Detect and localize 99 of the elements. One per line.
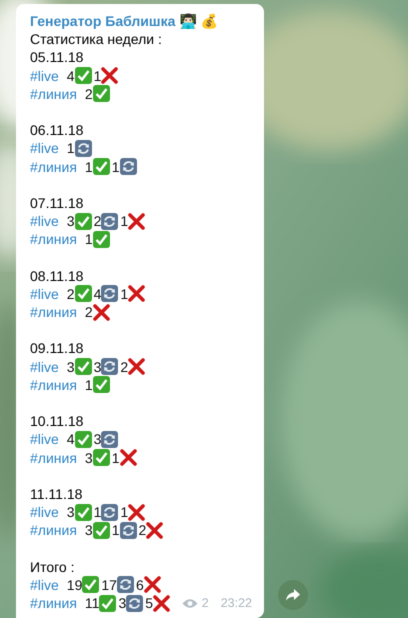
check-icon <box>74 285 92 302</box>
sender-emoji: 👨🏻‍💻 💰 <box>179 12 218 30</box>
message-text: 10.11.18 <box>30 412 84 430</box>
message-text: 09.11.18 <box>30 339 84 358</box>
message-text: Статистика недели : <box>30 30 162 48</box>
message-text: 05.11.18 <box>30 48 84 67</box>
check-icon <box>82 576 100 594</box>
count: 3 <box>84 521 93 540</box>
count: 3 <box>94 430 102 449</box>
refresh-icon <box>101 430 118 448</box>
count: 1 <box>94 66 102 85</box>
count: 3 <box>66 212 75 230</box>
count: 2 <box>66 284 75 304</box>
hashtag-link[interactable]: #линия <box>30 230 77 248</box>
count: 1 <box>84 376 93 394</box>
check-icon <box>74 430 92 448</box>
hashtag-link[interactable]: #линия <box>30 303 77 322</box>
cross-icon <box>128 504 146 521</box>
message-text: 11.11.18 <box>30 484 82 504</box>
count: 1 <box>120 212 128 230</box>
message-time: 23:22 <box>220 595 252 612</box>
count: 2 <box>138 521 146 540</box>
check-icon <box>74 67 92 84</box>
count: 2 <box>120 358 128 376</box>
hashtag-link[interactable]: #линия <box>30 84 77 103</box>
cross-icon <box>128 212 146 230</box>
check-icon <box>92 376 110 394</box>
count: 1 <box>84 230 93 248</box>
count: 5 <box>145 594 154 612</box>
hashtag-link[interactable]: #live <box>30 358 59 376</box>
count: 4 <box>66 430 75 449</box>
hashtag-link[interactable]: #линия <box>30 448 77 467</box>
message-text: 07.11.18 <box>30 194 84 212</box>
count: 4 <box>66 66 75 85</box>
hashtag-link[interactable]: #live <box>30 212 59 230</box>
message-text: Итого : <box>30 558 74 576</box>
count: 1 <box>120 503 128 522</box>
share-icon <box>286 589 300 602</box>
check-icon <box>92 449 110 466</box>
view-count: 2 <box>202 595 209 612</box>
hashtag-link[interactable]: #live <box>30 503 59 522</box>
hashtag-link[interactable]: #live <box>30 66 59 85</box>
refresh-icon <box>101 358 118 376</box>
count: 1 <box>84 158 93 176</box>
cross-icon <box>101 67 118 84</box>
count: 1 <box>66 139 75 158</box>
refresh-icon <box>120 158 137 176</box>
count: 1 <box>112 521 120 540</box>
check-icon <box>74 358 92 376</box>
hashtag-link[interactable]: #линия <box>30 158 77 176</box>
count: 1 <box>94 503 102 522</box>
cross-icon <box>144 576 161 594</box>
count: 1 <box>112 158 120 176</box>
check-icon <box>92 230 110 248</box>
cross-icon <box>153 594 170 612</box>
count: 2 <box>84 84 93 103</box>
count: 3 <box>84 448 93 467</box>
hashtag-link[interactable]: #live <box>30 430 59 449</box>
hashtag-link[interactable]: #live <box>30 139 59 158</box>
refresh-icon <box>116 576 134 594</box>
count: 11 <box>84 594 100 612</box>
message-text: 06.11.18 <box>30 121 84 140</box>
count: 3 <box>118 594 126 612</box>
refresh-icon <box>101 285 118 302</box>
refresh-icon <box>126 594 144 612</box>
hashtag-link[interactable]: #линия <box>30 594 77 612</box>
eye-icon <box>182 598 198 609</box>
count: 2 <box>94 212 102 230</box>
count: 3 <box>94 358 102 376</box>
check-icon <box>99 594 116 612</box>
hashtag-link[interactable]: #линия <box>30 521 77 540</box>
cross-icon <box>92 304 110 321</box>
count: 3 <box>66 503 75 522</box>
count: 1 <box>120 284 128 304</box>
count: 17 <box>101 576 117 594</box>
count: 19 <box>66 576 82 594</box>
message-text: 08.11.18 <box>30 266 84 285</box>
refresh-icon <box>101 212 118 230</box>
cross-icon <box>146 522 164 539</box>
check-icon <box>92 158 110 176</box>
count: 6 <box>136 576 144 594</box>
count: 3 <box>66 358 75 376</box>
hashtag-link[interactable]: #линия <box>30 376 77 394</box>
check-icon <box>92 522 110 539</box>
check-icon <box>74 212 92 230</box>
check-icon <box>92 85 110 102</box>
cross-icon <box>120 449 137 466</box>
count: 2 <box>84 303 93 322</box>
cross-icon <box>128 358 146 376</box>
sender-name: Генератор Баблишка <box>30 12 176 30</box>
cross-icon <box>128 285 146 302</box>
count: 4 <box>94 284 102 304</box>
refresh-icon <box>120 522 137 539</box>
refresh-icon <box>101 504 118 521</box>
check-icon <box>74 504 92 521</box>
refresh-icon <box>74 140 92 157</box>
count: 1 <box>112 448 120 467</box>
hashtag-link[interactable]: #live <box>30 284 59 304</box>
hashtag-link[interactable]: #live <box>30 576 59 594</box>
